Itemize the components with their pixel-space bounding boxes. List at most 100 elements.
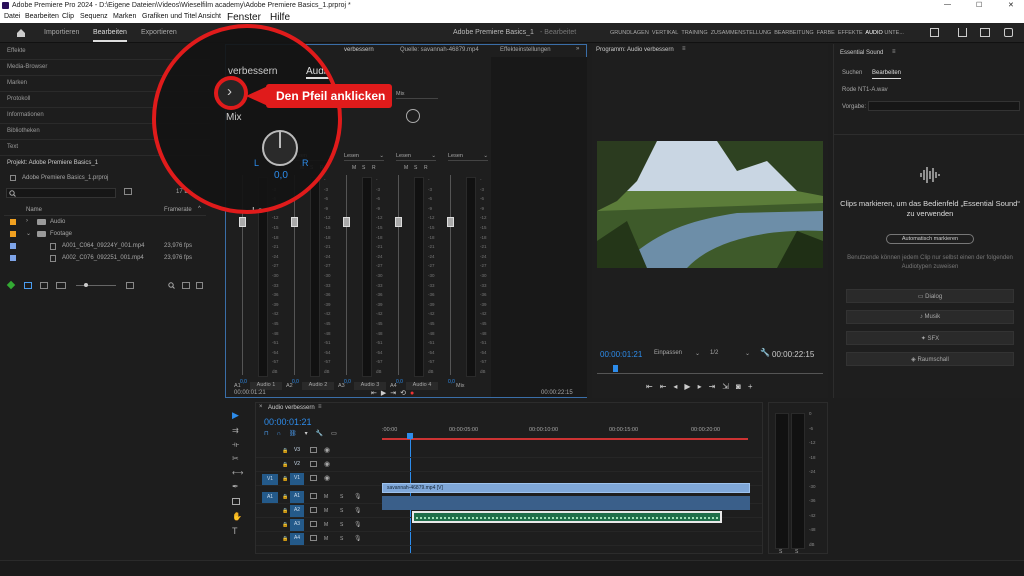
eye-icon[interactable]: ◉ [324,474,330,482]
list-item[interactable]: ⌄ Footage [4,229,206,241]
sequence-tab[interactable]: Audio verbessern [268,405,315,411]
zoom-slider-handle[interactable] [84,283,88,287]
menu-item-bearbeiten[interactable]: Bearbeiten [25,13,59,20]
captions-icon[interactable]: ▭ [331,431,345,437]
record-enable-button[interactable]: R [372,165,376,171]
column-name[interactable]: Name [26,207,42,213]
step-forward-icon[interactable]: ▸ [698,382,709,391]
home-icon[interactable] [16,28,26,38]
tab-bearbeiten[interactable]: Bearbeiten [93,29,127,42]
workspace-vertikal[interactable]: VERTIKAL [652,30,679,36]
linked-selection-icon[interactable]: ⛓ [289,431,305,437]
sync-lock-icon[interactable] [310,493,317,499]
panel-menu-icon[interactable]: ≡ [318,404,322,410]
share-icon[interactable] [958,28,967,37]
sync-lock-icon[interactable] [310,461,317,467]
musik-button[interactable]: ♪ Musik [846,310,1014,324]
mute-button[interactable]: M [404,165,408,171]
volume-fader[interactable] [343,217,350,227]
pan-knob[interactable] [406,109,420,123]
raumschall-button[interactable]: ◈ Raumschall [846,352,1014,366]
timeline-timecode[interactable]: 00:00:01:21 [264,417,312,427]
lock-icon[interactable]: 🔒 [282,448,288,454]
slip-tool-icon[interactable]: ⟷ [232,468,243,477]
mark-in-icon[interactable]: ⇤ [646,382,660,391]
track-target[interactable]: A4 [290,533,304,545]
workspace-grundlagen[interactable]: GRUNDLAGEN [610,30,649,36]
find-icon[interactable] [168,282,175,289]
workspace-menu-icon[interactable] [930,28,939,37]
workspace-effekte[interactable]: EFFEKTE [838,30,863,36]
workspace-bearbeitung[interactable]: BEARBEITUNG [774,30,813,36]
panel-menu-icon[interactable]: ≡ [892,49,896,55]
lock-icon[interactable]: 🔒 [282,476,288,482]
list-item[interactable]: › Audio [4,217,206,229]
channel-name[interactable]: Audio 2 [302,382,334,390]
menu-item-sequenz[interactable]: Sequenz [80,13,108,20]
workspace-farbe[interactable]: FARBE [817,30,835,36]
step-back-icon[interactable]: ⇤ [371,390,381,397]
new-bin-from-search-icon[interactable] [124,188,132,195]
ripple-edit-icon[interactable]: ⟛ [232,440,239,450]
solo-button[interactable]: S [414,165,417,171]
go-to-out-icon[interactable]: ⇥ [709,382,723,391]
track-target[interactable]: V2 [290,459,304,471]
sfx-button[interactable]: ✦ SFX [846,331,1014,345]
chevron-down-icon[interactable]: ⌄ [26,230,31,237]
mixer-timecode-left[interactable]: 00:00:01:21 [234,390,266,396]
go-to-in-icon[interactable]: ⇤ [660,382,674,391]
add-button-icon[interactable]: + [748,382,760,391]
menu-item-ansicht[interactable]: Ansicht [198,13,221,20]
volume-fader[interactable] [239,217,246,227]
pencil-icon[interactable] [6,280,16,290]
minimize-button[interactable]: — [944,1,951,8]
track-select-icon[interactable]: ⇉ [232,426,239,435]
sync-lock-icon[interactable] [310,535,317,541]
microphone-icon[interactable]: 🎙 [354,521,362,528]
menu-item-grafiken[interactable]: Grafiken und Titel [142,13,197,20]
timeline-ruler[interactable]: :00:00 00:00:05:00 00:00:10:00 00:00:15:… [382,423,752,443]
tab-quelle[interactable]: Quelle: savannah-46879.mp4 [400,47,479,53]
step-forward-icon[interactable]: ⇥ [390,390,400,397]
tab-suchen[interactable]: Suchen [842,70,862,76]
audio-clip-a1[interactable] [382,496,750,510]
tab-importieren[interactable]: Importieren [44,29,79,36]
automation-mode-select[interactable]: Lesen ⌄ [344,153,384,161]
menu-item-marken[interactable]: Marken [113,13,136,20]
mute-button[interactable]: M [324,494,328,500]
panel-menu-icon[interactable]: ≡ [682,46,686,52]
wrench-icon[interactable]: 🔧 [760,348,770,357]
trash-icon[interactable] [196,282,203,289]
solo-button[interactable]: S [340,522,343,528]
program-scrubber[interactable] [597,365,823,374]
add-marker-icon[interactable]: ▾ [305,431,316,437]
channel-name[interactable]: Audio 1 [250,382,282,390]
lock-icon[interactable]: 🔒 [282,494,288,500]
freeform-view-icon[interactable] [56,282,66,289]
volume-fader[interactable] [447,217,454,227]
resolution-select[interactable]: 1/2 ⌄ [708,349,752,359]
mute-button[interactable]: M [324,536,328,542]
workspace-training[interactable]: TRAINING [681,30,707,36]
track-target[interactable]: A1 [290,491,304,503]
tab-effekteinstellungen[interactable]: Effekteinstellungen [500,47,551,53]
lock-icon[interactable]: 🔒 [282,462,288,468]
play-icon[interactable]: ▶ [684,382,697,391]
microphone-icon[interactable]: 🎙 [354,493,362,500]
snap-icon[interactable]: ∩ [277,431,289,437]
lock-icon[interactable]: 🔒 [282,508,288,514]
sync-lock-icon[interactable] [310,521,317,527]
project-search-input[interactable] [6,188,116,198]
rectangle-tool-icon[interactable] [232,498,240,505]
sync-lock-icon[interactable] [310,447,317,453]
lock-icon[interactable]: 🔒 [282,536,288,542]
fullscreen-icon[interactable] [1004,28,1013,37]
work-area-bar[interactable] [382,438,748,440]
chevron-right-icon[interactable]: › [26,218,28,224]
eye-icon[interactable]: ◉ [324,446,330,454]
tab-exportieren[interactable]: Exportieren [141,29,177,36]
list-view-icon[interactable] [24,282,32,289]
sync-lock-icon[interactable] [310,507,317,513]
camera-icon[interactable]: ◙ [736,382,748,391]
maximize-button[interactable]: ☐ [976,1,982,9]
